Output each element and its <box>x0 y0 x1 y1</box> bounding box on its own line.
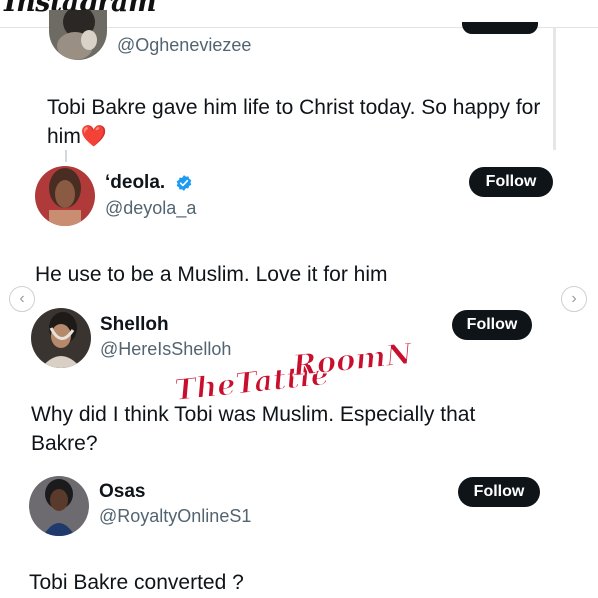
avatar[interactable] <box>49 10 107 60</box>
tweet-handle[interactable]: @deyola_a <box>105 198 196 219</box>
tweet-text: Tobi Bakre converted ? <box>29 571 244 594</box>
heart-icon: ❤️ <box>80 125 107 148</box>
tweet-text: Why did I think Tobi was Muslim. Especia… <box>31 403 476 455</box>
tweet-text: He use to be a Muslim. Love it for him <box>35 263 388 286</box>
tweet-text-body: Tobi Bakre gave him life to Christ today… <box>47 96 541 148</box>
avatar[interactable] <box>31 308 91 368</box>
carousel-next-button[interactable]: › <box>561 286 587 312</box>
thread-line <box>65 150 67 162</box>
chevron-left-icon: ‹ <box>19 290 25 307</box>
watermark-text-2: RoomNg <box>290 338 412 383</box>
tweet-author-name[interactable]: Osas <box>99 481 145 503</box>
follow-button-partial[interactable] <box>462 22 538 34</box>
chevron-right-icon: › <box>571 290 577 307</box>
carousel-prev-button[interactable]: ‹ <box>9 286 35 312</box>
follow-button[interactable]: Follow <box>469 167 553 197</box>
avatar[interactable] <box>29 476 89 536</box>
follow-button[interactable]: Follow <box>458 477 540 507</box>
watermark-logo: TheTattle RoomNg <box>172 338 412 402</box>
tweet-handle[interactable]: @RoyaltyOnlineS1 <box>99 506 251 527</box>
tweet-author-name[interactable]: Shelloh <box>100 314 169 336</box>
tweet-author-name[interactable]: ‘deola. <box>105 172 165 194</box>
avatar[interactable] <box>35 166 95 226</box>
verified-badge-icon <box>176 175 192 191</box>
tweet-text: Tobi Bakre gave him life to Christ today… <box>47 93 547 151</box>
tweet-handle[interactable]: @Ogheneviezee <box>117 35 251 56</box>
follow-button[interactable]: Follow <box>452 310 532 340</box>
scrollbar[interactable] <box>553 28 556 150</box>
